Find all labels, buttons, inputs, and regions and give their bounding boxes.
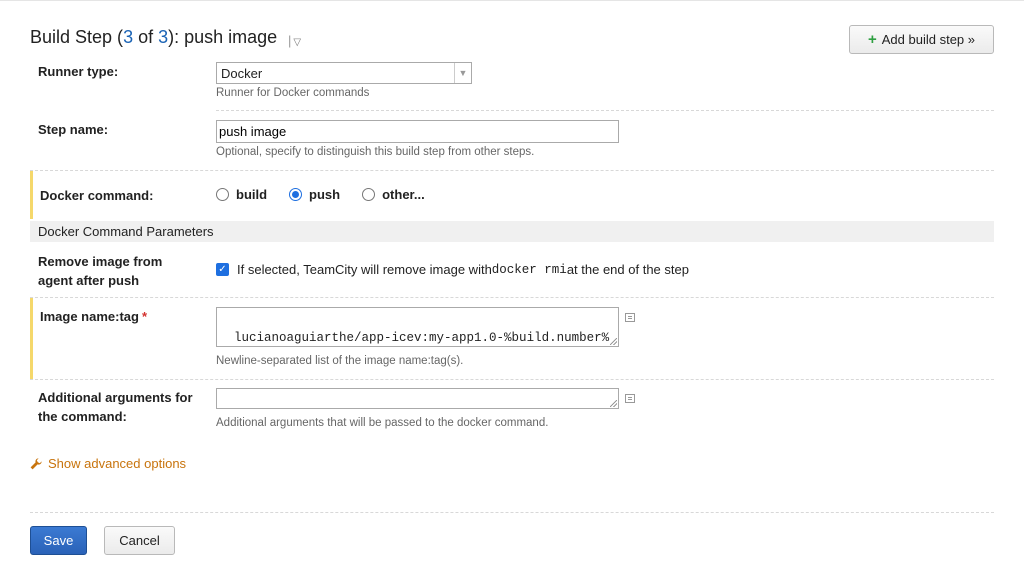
dropdown-triangle-icon[interactable]: ▽	[293, 37, 301, 48]
docker-command-radio-group: build push other...	[216, 187, 447, 202]
remove-image-label: Remove image from agent after push	[38, 252, 162, 290]
radio-push-circle[interactable]	[289, 188, 303, 201]
step-name-label: Step name:	[38, 122, 109, 137]
add-build-step-label: Add build step »	[881, 32, 975, 47]
title-prefix: Build Step (	[30, 27, 124, 47]
image-tag-textarea[interactable]: lucianoaguiarthe/app-icev:my-app1.0-%bui…	[216, 307, 619, 347]
remove-image-text-after: at the end of the step	[566, 262, 689, 277]
divider	[30, 379, 994, 380]
cancel-button[interactable]: Cancel	[104, 526, 175, 555]
top-divider	[0, 0, 1024, 1]
remove-image-label-line2: agent after push	[38, 273, 140, 288]
docker-params-section-header: Docker Command Parameters	[30, 221, 994, 242]
show-advanced-options-link[interactable]: Show advanced options	[30, 456, 186, 471]
radio-push[interactable]: push	[289, 187, 340, 202]
docker-command-row	[30, 171, 994, 219]
radio-build[interactable]: build	[216, 187, 267, 202]
runner-type-select[interactable]: Docker ▼	[216, 62, 472, 84]
resize-handle-icon[interactable]	[610, 338, 617, 345]
image-tag-label-text: Image name:tag	[40, 309, 139, 324]
show-advanced-options-label: Show advanced options	[48, 456, 187, 471]
plus-icon: +	[868, 31, 877, 48]
title-suffix: ): push image	[168, 27, 278, 47]
divider	[30, 512, 994, 513]
separator-icon: |	[288, 33, 292, 48]
step-name-input[interactable]	[216, 120, 619, 143]
additional-args-label-line1: Additional arguments for	[38, 390, 193, 405]
radio-other-label: other...	[382, 187, 425, 202]
additional-args-label-line2: the command:	[38, 409, 127, 424]
remove-image-code: docker rmi	[491, 262, 567, 277]
additional-args-textarea[interactable]	[216, 388, 619, 409]
runner-type-label: Runner type:	[38, 64, 119, 79]
required-marker: *	[141, 309, 148, 324]
page-title: Build Step (3 of 3): push image	[30, 27, 277, 48]
step-menu[interactable]: | ▽	[288, 33, 301, 48]
docker-command-label: Docker command:	[40, 188, 154, 203]
image-tag-value: lucianoaguiarthe/app-icev:my-app1.0-%bui…	[234, 331, 610, 345]
expand-editor-icon[interactable]	[625, 313, 635, 322]
image-tag-hint: Newline-separated list of the image name…	[216, 355, 464, 367]
remove-image-text-before: If selected, TeamCity will remove image …	[237, 262, 492, 277]
divider	[216, 110, 994, 111]
runner-type-hint: Runner for Docker commands	[216, 87, 370, 99]
additional-args-hint: Additional arguments that will be passed…	[216, 417, 549, 429]
remove-image-label-line1: Remove image from	[38, 254, 163, 269]
image-tag-label: Image name:tag *	[40, 307, 147, 326]
step-total-link[interactable]: 3	[158, 27, 168, 47]
remove-image-option: ✓ If selected, TeamCity will remove imag…	[216, 262, 689, 277]
radio-other[interactable]: other...	[362, 187, 425, 202]
wrench-icon	[30, 457, 42, 469]
radio-push-label: push	[309, 187, 341, 202]
title-of: of	[133, 27, 159, 47]
save-button[interactable]: Save	[30, 526, 87, 555]
radio-build-circle[interactable]	[216, 188, 229, 201]
runner-type-value: Docker	[221, 66, 263, 81]
step-current-link[interactable]: 3	[123, 27, 133, 47]
remove-image-checkbox[interactable]: ✓	[216, 263, 229, 276]
radio-build-label: build	[236, 187, 268, 202]
step-name-hint: Optional, specify to distinguish this bu…	[216, 146, 535, 158]
radio-other-circle[interactable]	[362, 188, 376, 201]
expand-editor-icon[interactable]	[625, 394, 635, 403]
chevron-down-icon: ▼	[454, 63, 471, 83]
resize-handle-icon[interactable]	[610, 400, 617, 407]
add-build-step-button[interactable]: + Add build step »	[849, 25, 994, 54]
additional-args-label: Additional arguments for the command:	[38, 388, 193, 426]
